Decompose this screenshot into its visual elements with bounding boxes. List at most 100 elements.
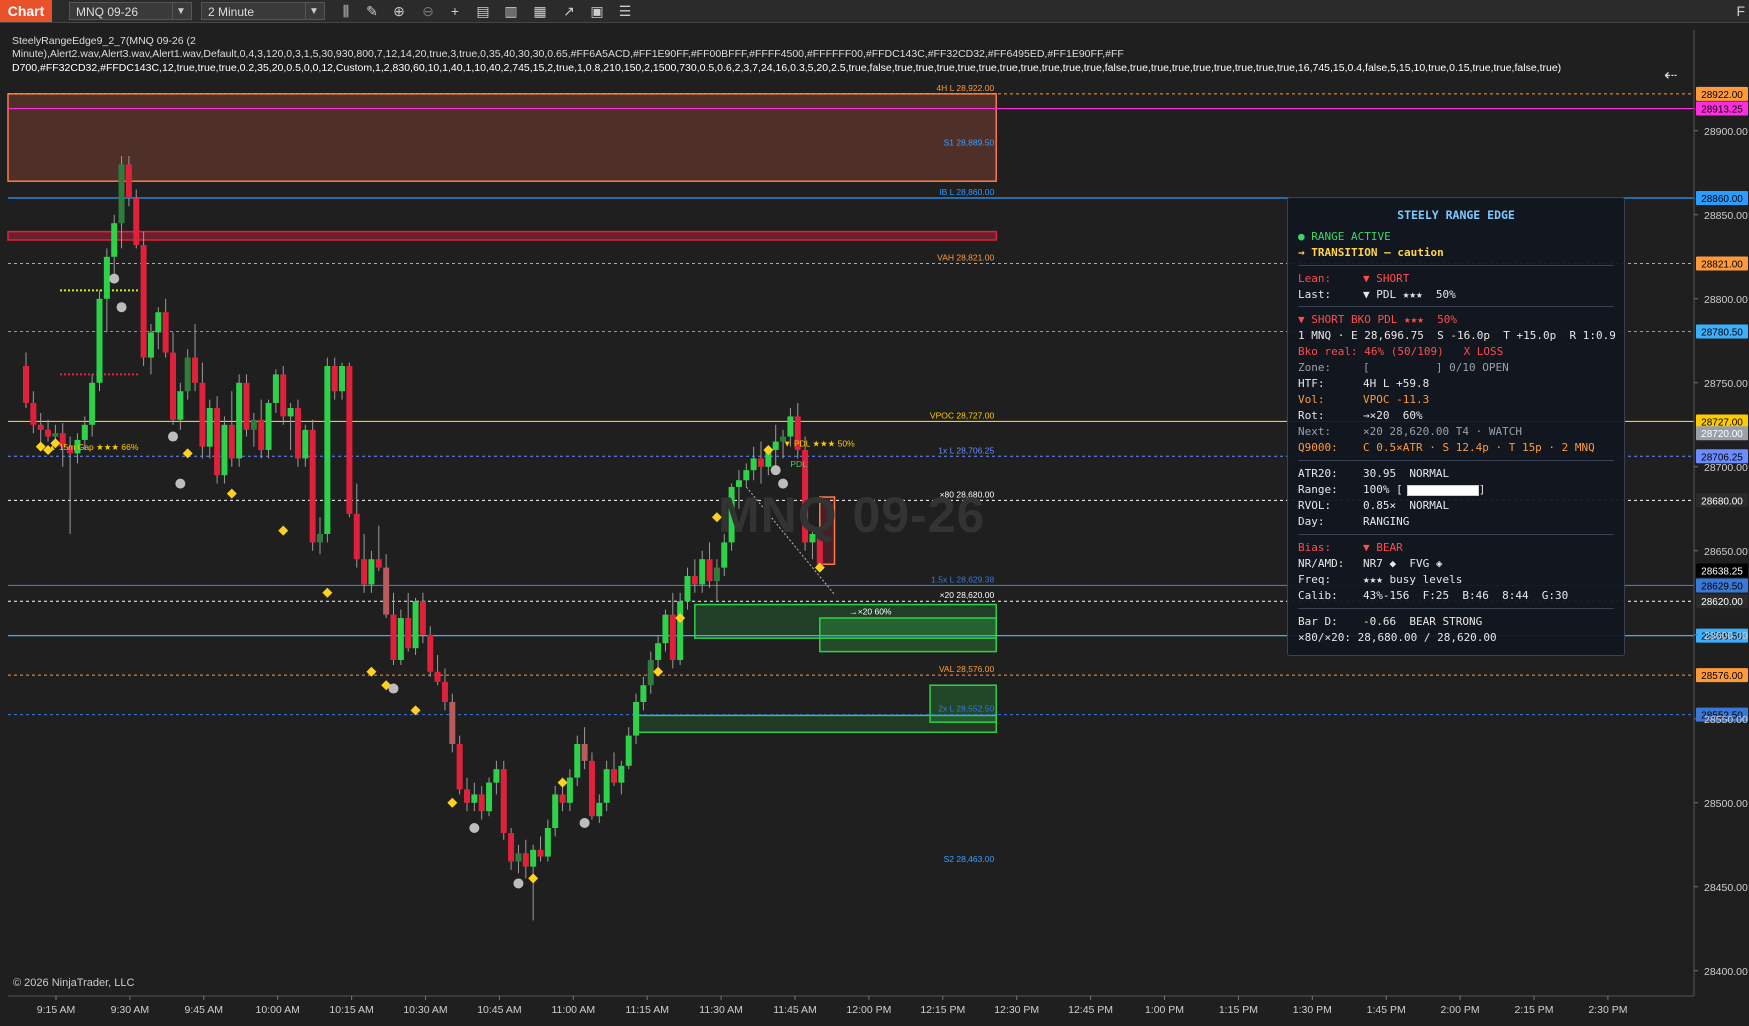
- order-row: 1 MNQ · E 28,696.75 S -16.0p T +15.0p R …: [1298, 329, 1616, 342]
- x-tick-label: 1:45 PM: [1367, 1004, 1406, 1016]
- candle-body: [383, 567, 390, 615]
- candle-body: [684, 576, 691, 602]
- candle-body: [243, 382, 250, 430]
- interval-selector[interactable]: 2 Minute ▼: [201, 2, 325, 20]
- candle-body: [258, 419, 265, 450]
- x-tick-label: 1:15 PM: [1219, 1004, 1258, 1016]
- candle-body: [721, 542, 728, 568]
- candle-body: [250, 419, 257, 430]
- corner-label: F: [1736, 3, 1745, 19]
- swing-circle: [579, 817, 590, 828]
- candle-body: [287, 408, 294, 417]
- chart-tab[interactable]: Chart: [0, 0, 52, 22]
- candle-body: [162, 312, 169, 353]
- candle-body: [419, 601, 426, 635]
- candle-body: [302, 429, 309, 459]
- candle-body: [574, 744, 581, 778]
- candle-body: [581, 744, 588, 761]
- candle-body: [677, 601, 684, 660]
- candle-body: [493, 769, 500, 783]
- candle-body: [566, 777, 573, 803]
- candle-body: [317, 534, 323, 543]
- level-label: 4H L 28,922.00: [936, 83, 994, 93]
- swing-circle: [116, 302, 127, 313]
- bar-delta-row: Bar D: -0.66 BEAR STRONG: [1298, 615, 1483, 628]
- swing-circle: [109, 273, 120, 284]
- zoom-out-icon[interactable]: ⊖: [419, 2, 437, 20]
- bar-type-icon[interactable]: ⫼: [337, 2, 355, 20]
- signal-row: ▼ SHORT BKO PDL ★★★ 50%: [1298, 313, 1457, 326]
- calib-row: Calib: 43%-156 F:25 B:46 8:44 G:30: [1298, 589, 1569, 602]
- supply-zone: [7, 230, 997, 241]
- candle-body: [633, 702, 640, 736]
- back-arrow-icon: ⇠: [1664, 65, 1677, 84]
- candle-body: [588, 760, 595, 817]
- level-label: S2 28,463.00: [944, 854, 995, 864]
- level-label: 1x L 28,706.25: [938, 445, 994, 455]
- candle-body: [30, 402, 37, 425]
- price-tag-label: 28638.25: [1701, 567, 1743, 578]
- candle-body: [23, 366, 29, 403]
- candle-body: [655, 643, 662, 660]
- level-label: IB L 28,860.00: [939, 187, 994, 197]
- swing-circle: [168, 431, 178, 442]
- price-tag-label: 28629.50: [1701, 581, 1743, 592]
- x-tick-label: 10:30 AM: [403, 1004, 447, 1016]
- y-tick-label: 28750.00: [1704, 378, 1748, 390]
- level-label: VAL 28,576.00: [939, 664, 995, 674]
- candle-body: [706, 559, 713, 582]
- properties-icon[interactable]: ▤: [474, 2, 492, 20]
- zone-row: Zone:[ ] 0/10 OPEN: [1298, 361, 1509, 374]
- list-icon[interactable]: ☰: [616, 2, 634, 20]
- swing-circle: [513, 878, 524, 889]
- candle-body: [192, 357, 199, 383]
- candle-body: [133, 198, 140, 246]
- candle-body: [140, 245, 147, 358]
- templates-icon[interactable]: ▥: [502, 2, 520, 20]
- indicator-label: SteelyRangeEdge9_2_7(MNQ 09-26 (2: [12, 35, 196, 47]
- x-tick-label: 10:45 AM: [477, 1004, 521, 1016]
- rot-row: Rot: →×20 60%: [1298, 409, 1423, 422]
- candle-body: [596, 802, 603, 817]
- htf-row: HTF: 4H L +59.8: [1298, 377, 1430, 390]
- y-tick-label: 28600.00: [1704, 630, 1748, 642]
- draw-pencil-icon[interactable]: ✎: [363, 2, 381, 20]
- y-tick-label: 28500.00: [1704, 798, 1748, 810]
- chart-annotation: ▼ PDL ★★★ 50%: [783, 439, 855, 449]
- candle-body: [309, 429, 316, 543]
- candle-body: [375, 559, 382, 568]
- level-label: VPOC 28,727.00: [930, 410, 995, 420]
- candle-body: [45, 429, 52, 437]
- copyright-text: © 2026 NinjaTrader, LLC: [13, 977, 135, 989]
- divider: [1298, 306, 1614, 307]
- candle-body: [515, 853, 522, 862]
- candle-body: [324, 366, 331, 534]
- candle-body: [125, 164, 132, 198]
- y-tick-label: 28800.00: [1704, 294, 1748, 306]
- x-tick-label: 2:30 PM: [1588, 1004, 1627, 1016]
- data-box-icon[interactable]: ▣: [588, 2, 606, 20]
- crosshair-icon[interactable]: +: [446, 2, 464, 20]
- lean-row: Lean: ▼ SHORT: [1298, 272, 1410, 285]
- zoom-in-icon[interactable]: ⊕: [390, 2, 408, 20]
- instrument-selector[interactable]: MNQ 09-26 ▼: [69, 2, 192, 20]
- candle-body: [471, 794, 478, 803]
- level-label: 1.5x L 28,629.38: [931, 574, 994, 584]
- candle-body: [170, 352, 176, 420]
- candle-body: [456, 744, 463, 790]
- strategies-icon[interactable]: ↗: [560, 2, 578, 20]
- candle-body: [37, 424, 44, 430]
- candle-body: [441, 681, 448, 702]
- indicators-icon[interactable]: ▦: [531, 2, 549, 20]
- vol-row: Vol: VPOC -11.3: [1298, 393, 1430, 406]
- divider: [1298, 608, 1614, 609]
- candle-body: [611, 769, 617, 783]
- time-axis: 9:15 AM 9:30 AM 9:45 AM 10:00 AM 10:15 AM 10:…: [8, 995, 1694, 1016]
- indicator-params-continued: D700,#FF32CD32,#FFDC143C,12,true,true,tr…: [12, 62, 1562, 74]
- x-tick-label: 11:15 AM: [625, 1004, 669, 1016]
- candle-body: [552, 794, 559, 828]
- price-tag-label: 28576.00: [1701, 671, 1743, 682]
- x-tick-label: 12:30 PM: [994, 1004, 1039, 1016]
- resistance-zone: [7, 93, 997, 182]
- divider: [1298, 265, 1614, 266]
